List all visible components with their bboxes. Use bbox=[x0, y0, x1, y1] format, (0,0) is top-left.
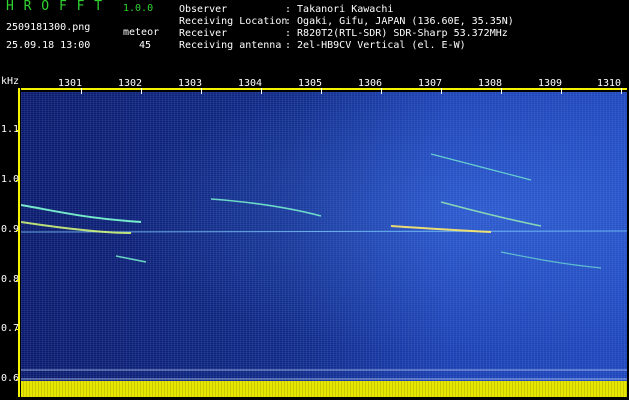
time-tick-label: 1305 bbox=[298, 78, 323, 89]
time-tick-mark bbox=[621, 88, 622, 94]
hroft-screen: H R O F F T 1.0.0 2509181300.png 25.09.1… bbox=[0, 0, 629, 400]
freq-tick-mark bbox=[16, 280, 20, 281]
time-tick-mark bbox=[201, 88, 202, 94]
receiver-value: : R820T2(RTL-SDR) SDR-Sharp 53.372MHz bbox=[285, 28, 508, 39]
time-tick-mark bbox=[501, 88, 502, 94]
location-value: : Ogaki, Gifu, JAPAN (136.60E, 35.35N) bbox=[285, 16, 514, 27]
time-tick-label: 1309 bbox=[538, 78, 563, 89]
time-tick-label: 1308 bbox=[478, 78, 503, 89]
detection-count: 45 bbox=[139, 40, 152, 51]
freq-tick-mark bbox=[16, 130, 20, 131]
file-datetime: 25.09.18 13:00 bbox=[6, 40, 91, 51]
time-axis-line bbox=[21, 88, 627, 90]
frequency-unit: kHz bbox=[1, 76, 20, 87]
time-tick-mark bbox=[141, 88, 142, 94]
time-tick-mark bbox=[321, 88, 322, 94]
time-tick-label: 1301 bbox=[58, 78, 83, 89]
freq-tick-mark bbox=[16, 180, 20, 181]
freq-tick-mark bbox=[16, 230, 20, 231]
time-tick-label: 1303 bbox=[178, 78, 203, 89]
antenna-label: Receiving antenna bbox=[179, 40, 282, 51]
observer-value: : Takanori Kawachi bbox=[285, 4, 394, 15]
app-title: H R O F F T bbox=[6, 0, 104, 14]
observer-label: Observer bbox=[179, 4, 228, 15]
time-tick-label: 1304 bbox=[238, 78, 263, 89]
time-tick-label: 1307 bbox=[418, 78, 443, 89]
time-tick-mark bbox=[381, 88, 382, 94]
meteor-echo-traces bbox=[21, 153, 627, 380]
antenna-value: : 2el-HB9CV Vertical (el. E-W) bbox=[285, 40, 466, 51]
spectrogram bbox=[21, 92, 627, 397]
app-version: 1.0.0 bbox=[123, 3, 154, 14]
time-tick-label: 1310 bbox=[597, 78, 622, 89]
freq-tick-mark bbox=[16, 329, 20, 330]
time-tick-mark bbox=[81, 88, 82, 94]
receiver-label: Receiver bbox=[179, 28, 228, 39]
freq-tick-mark bbox=[16, 379, 20, 380]
time-tick-mark bbox=[261, 88, 262, 94]
file-name: 2509181300.png bbox=[6, 22, 91, 33]
time-tick-label: 1302 bbox=[118, 78, 143, 89]
location-label: Receiving Location bbox=[179, 16, 288, 27]
time-tick-label: 1306 bbox=[358, 78, 383, 89]
detection-label: meteor bbox=[123, 27, 160, 38]
time-tick-mark bbox=[441, 88, 442, 94]
noise-floor-band bbox=[21, 381, 627, 397]
time-tick-mark bbox=[561, 88, 562, 94]
